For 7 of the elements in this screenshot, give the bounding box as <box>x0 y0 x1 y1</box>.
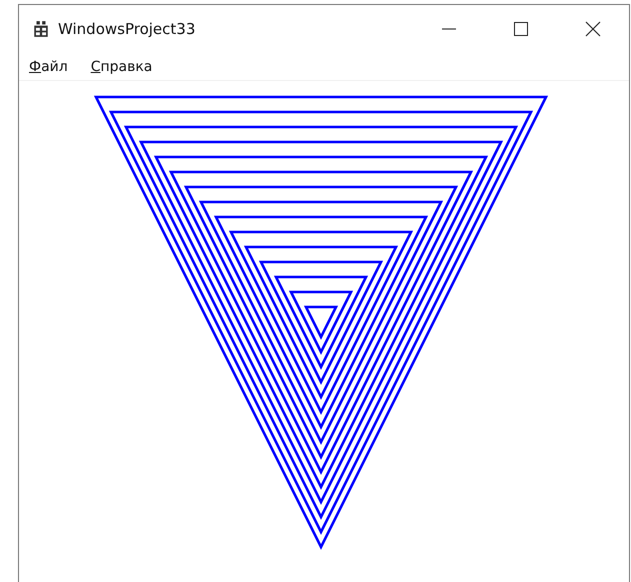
minimize-icon <box>441 28 457 30</box>
window-title: WindowsProject33 <box>58 20 196 38</box>
menu-item[interactable]: Файл <box>28 56 69 76</box>
maximize-icon <box>513 21 529 37</box>
close-icon <box>585 21 601 37</box>
app-icon <box>32 20 50 38</box>
menu-item[interactable]: Справка <box>90 56 154 76</box>
